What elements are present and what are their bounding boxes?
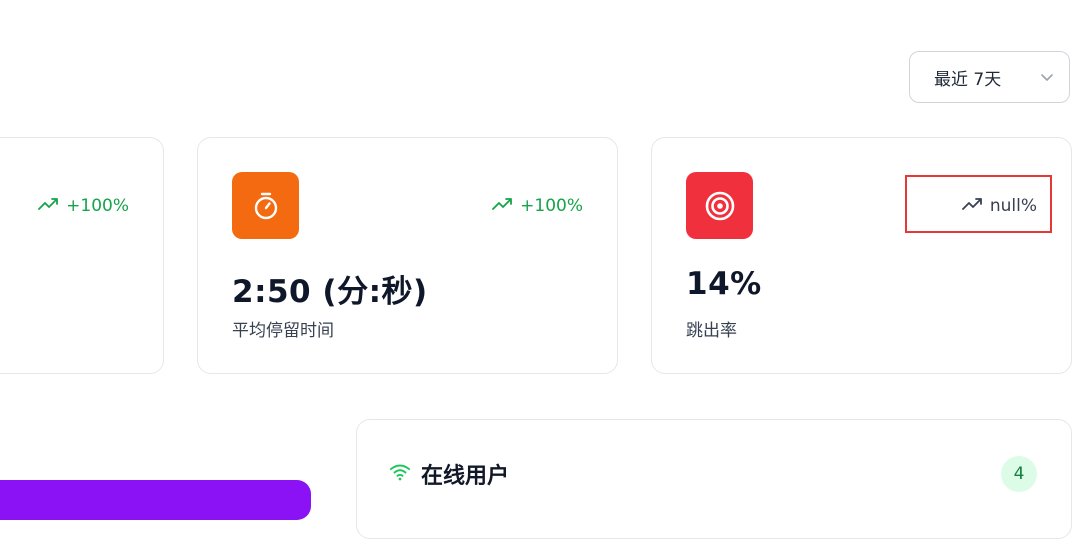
trend-indicator: +100%	[38, 196, 129, 216]
trend-up-icon	[38, 196, 60, 216]
date-range-label: 最近 7天	[934, 69, 1002, 90]
stat-card-bounce-rate: null% 14% 跳出率	[651, 137, 1072, 374]
purple-banner[interactable]	[0, 480, 311, 520]
trend-value: +100%	[520, 196, 583, 216]
stat-card-avg-duration: +100% 2:50 (分:秒) 平均停留时间	[197, 137, 618, 374]
metric-value: 2:50 (分:秒)	[232, 274, 428, 310]
online-users-card: 在线用户 4	[356, 419, 1072, 539]
online-count-badge: 4	[1001, 456, 1037, 492]
stat-card-visits: +100%	[0, 137, 164, 374]
trend-up-icon	[492, 196, 514, 216]
chevron-down-icon	[1039, 69, 1055, 89]
metric-label: 跳出率	[686, 321, 737, 341]
date-range-select[interactable]: 最近 7天	[909, 51, 1070, 103]
target-icon	[686, 172, 753, 239]
trend-indicator: +100%	[492, 196, 583, 216]
stopwatch-icon	[232, 172, 299, 239]
metric-label: 平均停留时间	[232, 321, 334, 341]
online-users-title: 在线用户	[421, 464, 510, 489]
metric-value: 14%	[686, 266, 762, 302]
wifi-icon	[389, 463, 411, 485]
trend-value: +100%	[66, 196, 129, 216]
highlight-annotation	[905, 175, 1052, 233]
